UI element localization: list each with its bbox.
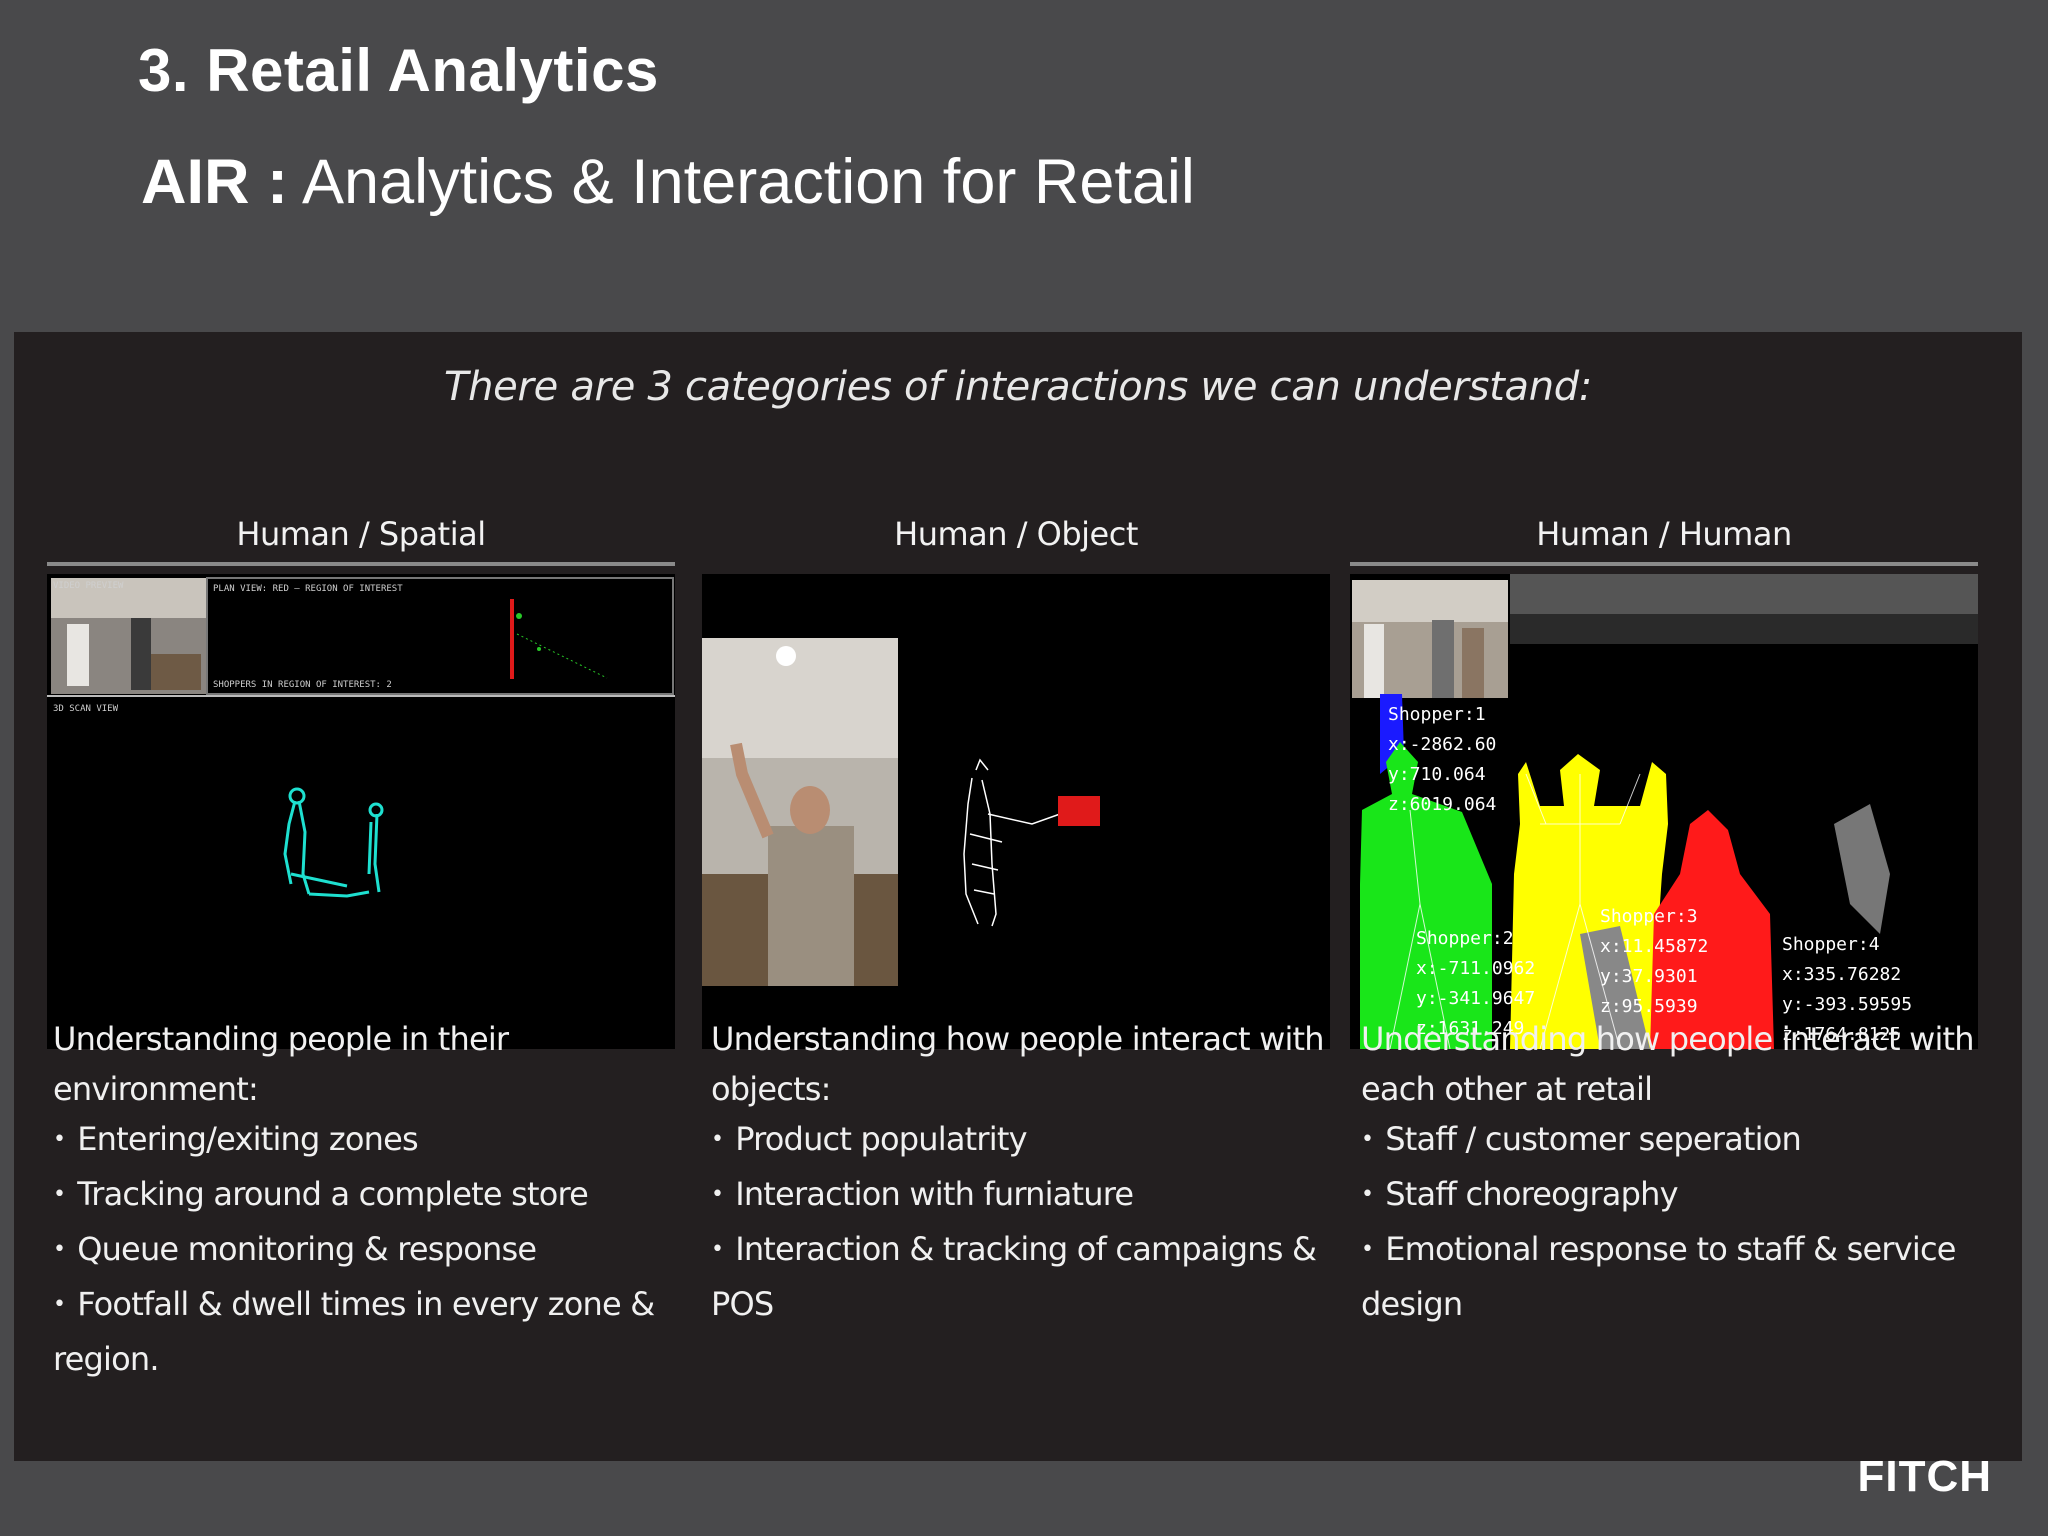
human-description: Understanding how people interact with e… xyxy=(1361,1014,1975,1329)
human-intro-line1: Understanding how people interact with xyxy=(1361,1020,1975,1058)
object-intro-line2: objects: xyxy=(711,1070,831,1108)
spatial-intro-line1: Understanding people in their xyxy=(53,1020,509,1058)
spatial-bullet-list: • Entering/exiting zones • Tracking around… xyxy=(53,1114,655,1334)
spatial-tail-line: region. xyxy=(53,1340,160,1378)
subtitle-text: Analytics & Interaction for Retail xyxy=(287,147,1195,217)
shopper-4-y: y:-393.59595 xyxy=(1782,994,1912,1015)
bullet-icon: • xyxy=(1361,1237,1374,1262)
bullet-icon: • xyxy=(53,1292,66,1317)
column-human-human: Human / Human Shopper:1 x:-2862.60 y:710… xyxy=(1350,512,1978,1049)
shopper-4-x: x:335.76282 xyxy=(1782,964,1901,985)
list-item: • Interaction with furniature xyxy=(711,1175,1134,1213)
list-item: • Staff / customer seperation xyxy=(1361,1120,1802,1158)
bullet-icon: • xyxy=(711,1182,724,1207)
human-interaction-visual: Shopper:1 x:-2862.60 y:710.064 z:6019.06… xyxy=(1350,574,1978,1049)
shopper-2-label: Shopper:2 xyxy=(1416,928,1514,949)
interaction-categories-panel: There are 3 categories of interactions w… xyxy=(14,332,2022,1461)
object-description: Understanding how people interact with o… xyxy=(711,1014,1325,1329)
object-bullet-list: • Product populatrity • Interaction with f… xyxy=(711,1114,1324,1279)
video-preview-label: VIDEO PREVIEW xyxy=(53,581,124,591)
bullet-icon: • xyxy=(53,1182,66,1207)
object-tail-line: POS xyxy=(711,1285,774,1323)
human-bullet-list: • Staff / customer seperation • Staff chor… xyxy=(1361,1114,1974,1279)
spatial-description: Understanding people in their environmen… xyxy=(53,1014,655,1384)
shopper-4-label: Shopper:4 xyxy=(1782,934,1880,955)
shopper-3-x: x:11.45872 xyxy=(1600,936,1708,957)
shopper-3-y: y:37.9301 xyxy=(1600,966,1698,987)
list-item: • Queue monitoring & response xyxy=(53,1230,537,1268)
bullet-icon: • xyxy=(1361,1182,1374,1207)
object-interaction-image xyxy=(702,574,1330,1049)
column-divider xyxy=(702,562,1330,566)
fitch-logo: FITCH xyxy=(1857,1452,1992,1501)
column-divider xyxy=(47,562,675,566)
spatial-intro-line2: environment: xyxy=(53,1070,259,1108)
slide-title: 3. Retail Analytics xyxy=(138,37,659,104)
object-intro-line1: Understanding how people interact with xyxy=(711,1020,1325,1058)
column-title: Human / Object xyxy=(894,515,1138,553)
shopper-1-y: y:710.064 xyxy=(1388,764,1486,785)
bullet-icon: • xyxy=(711,1237,724,1262)
spatial-tracking-image: VIDEO PREVIEW PLAN VIEW: RED – REGION OF… xyxy=(47,574,675,1049)
list-item: • Product populatrity xyxy=(711,1120,1028,1158)
subtitle-acronym: AIR : xyxy=(141,147,288,217)
shopper-2-y: y:-341.9647 xyxy=(1416,988,1535,1009)
bullet-icon: • xyxy=(53,1127,66,1152)
list-item: • Tracking around a complete store xyxy=(53,1175,589,1213)
list-item: • Interaction & tracking of campaigns & xyxy=(711,1230,1317,1268)
plan-view-label: PLAN VIEW: RED – REGION OF INTEREST xyxy=(213,584,403,594)
human-interaction-image: Shopper:1 x:-2862.60 y:710.064 z:6019.06… xyxy=(1350,574,1978,1049)
human-tail-line: design xyxy=(1361,1285,1463,1323)
shopper-3-label: Shopper:3 xyxy=(1600,906,1698,927)
list-item: • Staff choreography xyxy=(1361,1175,1679,1213)
spatial-tracking-visual: VIDEO PREVIEW PLAN VIEW: RED – REGION OF… xyxy=(47,574,675,1049)
bullet-icon: • xyxy=(1361,1127,1374,1152)
human-intro-line2: each other at retail xyxy=(1361,1070,1653,1108)
column-human-spatial: Human / Spatial VIDEO PREVIEW PLAN VIEW:… xyxy=(47,512,675,1049)
panel-heading: There are 3 categories of interactions w… xyxy=(443,364,1593,410)
shopper-1-z: z:6019.064 xyxy=(1388,794,1496,815)
shopper-1-label: Shopper:1 xyxy=(1388,704,1486,725)
list-item: • Footfall & dwell times in every zone & xyxy=(53,1285,655,1323)
bullet-icon: • xyxy=(711,1127,724,1152)
column-human-object: Human / Object xyxy=(702,512,1330,1049)
column-divider xyxy=(1350,562,1978,566)
object-interaction-visual xyxy=(702,574,1330,1049)
slide-subtitle: AIR : Analytics & Interaction for Retail xyxy=(141,146,1195,218)
list-item: • Entering/exiting zones xyxy=(53,1120,419,1158)
scan-view-label: 3D SCAN VIEW xyxy=(53,704,119,714)
bullet-icon: • xyxy=(53,1237,66,1262)
shopper-2-x: x:-711.0962 xyxy=(1416,958,1535,979)
list-item: • Emotional response to staff & service xyxy=(1361,1230,1956,1268)
shoppers-in-region-label: SHOPPERS IN REGION OF INTEREST: 2 xyxy=(213,680,392,690)
column-title: Human / Human xyxy=(1536,515,1792,553)
shopper-1-x: x:-2862.60 xyxy=(1388,734,1496,755)
column-title: Human / Spatial xyxy=(236,515,486,553)
